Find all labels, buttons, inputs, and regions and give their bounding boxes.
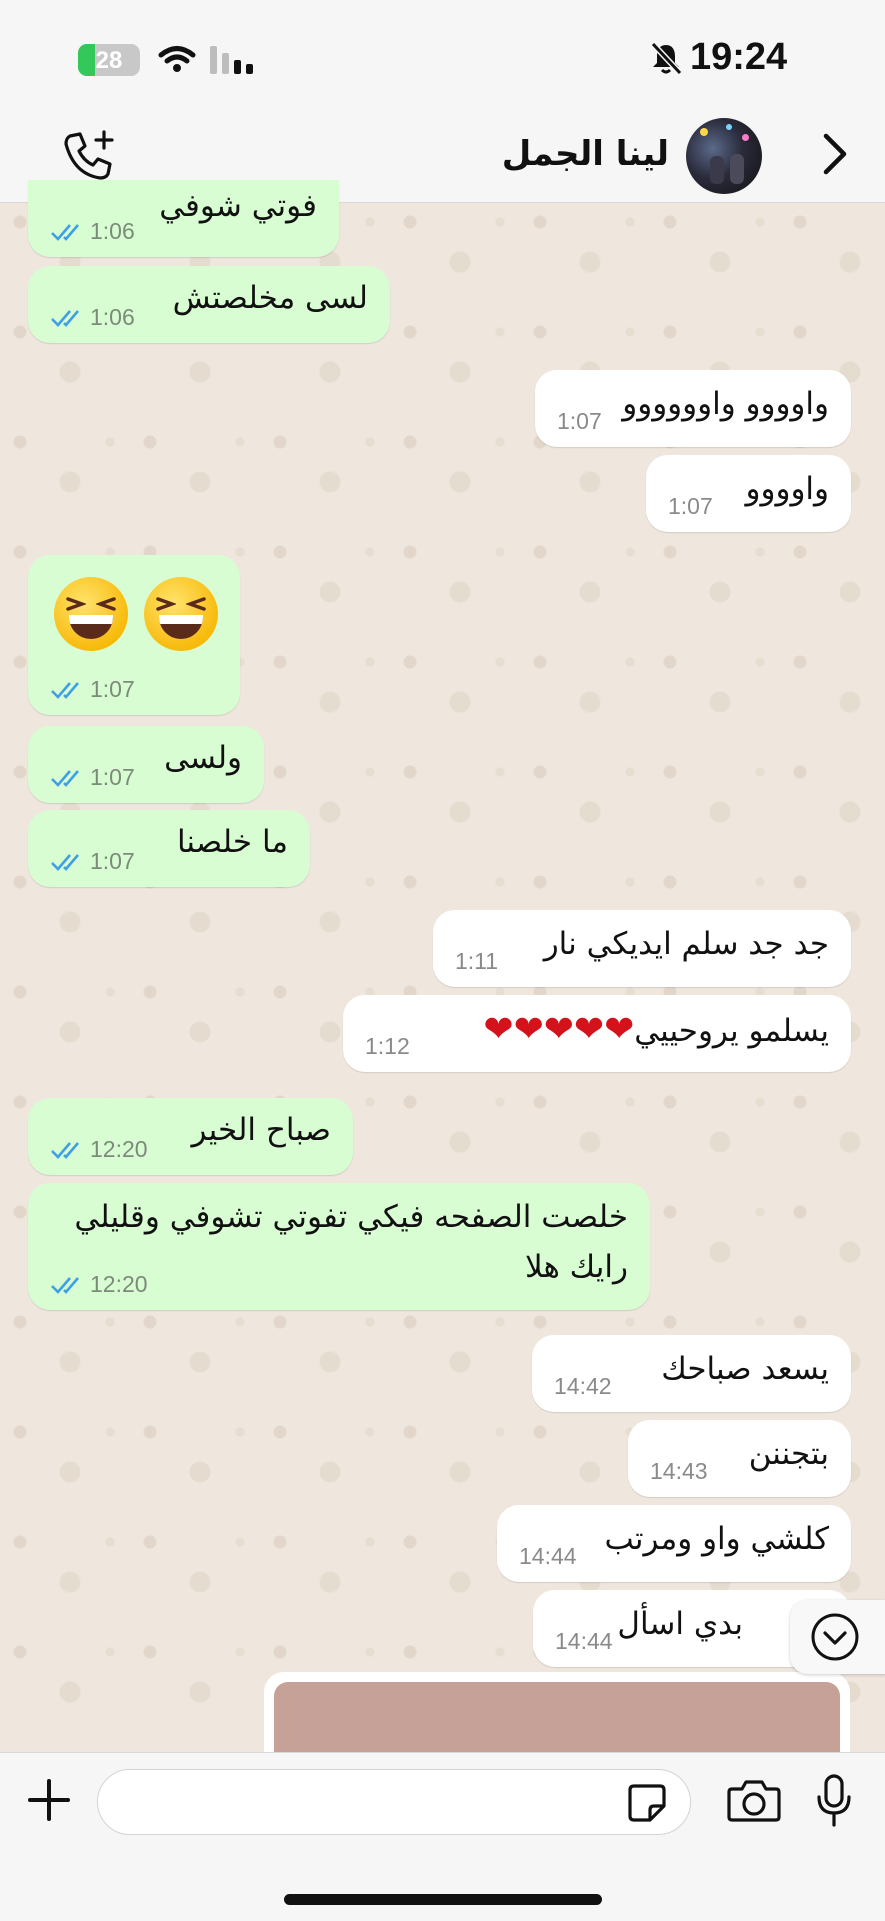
message-input[interactable] — [97, 1769, 691, 1835]
message-text: بتجننن — [748, 1436, 829, 1472]
home-indicator[interactable] — [284, 1894, 602, 1905]
message-text: ما خلصنا — [176, 824, 288, 860]
call-add-icon[interactable] — [60, 128, 116, 184]
plus-icon[interactable] — [24, 1775, 74, 1825]
message-time: 12:20 — [90, 1136, 148, 1162]
message-time: 14:43 — [650, 1458, 708, 1484]
message-time: 1:07 — [668, 493, 713, 519]
scroll-to-bottom-button[interactable] — [790, 1600, 885, 1674]
message-time: 1:12 — [365, 1033, 410, 1059]
message-text: خلصت الصفحه فيكي تفوتي تشوفي وقليلي — [74, 1199, 628, 1235]
message-bubble[interactable]: يسلمو يروحييي❤❤❤❤❤ 1:12 — [343, 995, 851, 1072]
message-bubble[interactable]: بتجننن 14:43 — [628, 1420, 851, 1497]
read-ticks-icon — [51, 1276, 79, 1294]
message-bubble[interactable]: جد جد سلم ايديكي نار 1:11 — [433, 910, 851, 987]
message-meta: 14:42 — [554, 1373, 612, 1400]
message-text: ولسى — [164, 740, 242, 776]
message-time: 1:07 — [557, 408, 602, 434]
status-time: 19:24 — [690, 36, 788, 78]
message-time: 14:42 — [554, 1373, 612, 1399]
emoji-message-bubble[interactable]: 1:07 — [28, 555, 240, 715]
mute-icon — [650, 42, 682, 76]
message-text: يسلمو يروحييي❤❤❤❤❤ — [483, 1009, 829, 1050]
signal-icon — [210, 46, 253, 74]
message-meta: 1:07 — [50, 848, 135, 875]
message-meta: 1:07 — [50, 676, 135, 703]
media-thumbnail — [274, 1682, 840, 1752]
read-ticks-icon — [51, 681, 79, 699]
message-bubble[interactable]: واوووو 1:07 — [646, 455, 851, 532]
message-time: 14:44 — [555, 1628, 613, 1654]
message-time: 14:44 — [519, 1543, 577, 1569]
message-bubble[interactable]: فوتي شوفي 1:06 — [28, 180, 339, 257]
message-meta: 12:20 — [50, 1271, 148, 1298]
message-bubble[interactable]: كلشي واو ومرتب 14:44 — [497, 1505, 851, 1582]
message-meta: 1:07 — [668, 493, 713, 520]
message-meta: 12:20 — [50, 1136, 148, 1163]
media-message-preview[interactable] — [264, 1672, 850, 1752]
message-meta: 1:07 — [557, 408, 602, 435]
message-text: واوووو — [745, 471, 829, 507]
message-text: واوووو واوووووو — [622, 386, 829, 422]
read-ticks-icon — [51, 853, 79, 871]
battery-indicator: 28 — [78, 44, 140, 76]
message-text: لسى مخلصتش — [172, 280, 368, 316]
message-meta: 1:07 — [50, 764, 135, 791]
message-text: جد جد سلم ايديكي نار — [543, 926, 829, 962]
message-time: 1:07 — [90, 848, 135, 874]
hearts-emoji-icon: ❤❤❤❤❤ — [483, 1009, 636, 1050]
message-meta: 1:06 — [50, 218, 135, 245]
laughing-emoji-icon — [54, 577, 128, 651]
message-meta: 14:44 — [519, 1543, 577, 1570]
camera-icon[interactable] — [726, 1777, 782, 1823]
message-time: 1:06 — [90, 218, 135, 244]
status-bar: 28 19:24 — [0, 0, 885, 110]
message-bubble[interactable]: ولسى 1:07 — [28, 726, 264, 803]
message-meta: 1:12 — [365, 1033, 410, 1060]
message-time: 1:07 — [90, 764, 135, 790]
message-time: 1:07 — [90, 676, 135, 702]
read-ticks-icon — [51, 769, 79, 787]
message-meta: 1:11 — [455, 948, 498, 975]
message-time: 1:06 — [90, 304, 135, 330]
read-ticks-icon — [51, 223, 79, 241]
message-bubble[interactable]: واوووو واوووووو 1:07 — [535, 370, 851, 447]
message-time: 12:20 — [90, 1271, 148, 1297]
message-bubble[interactable]: صباح الخير 12:20 — [28, 1098, 353, 1175]
message-bubble[interactable]: يسعد صباحك 14:42 — [532, 1335, 851, 1412]
mic-icon[interactable] — [814, 1773, 854, 1829]
message-meta: 14:44 — [555, 1628, 613, 1655]
message-text: كلشي واو ومرتب — [604, 1521, 829, 1557]
wifi-icon — [158, 46, 196, 72]
message-text: يسعد صباحك — [661, 1351, 829, 1387]
read-ticks-icon — [51, 309, 79, 327]
message-text: بدي اسأل — [617, 1606, 743, 1642]
message-text: فوتي شوفي — [159, 188, 317, 224]
message-time: 1:11 — [455, 948, 499, 974]
laughing-emoji-icon — [144, 577, 218, 651]
message-text-body: يسلمو يروحييي — [634, 1013, 829, 1049]
read-ticks-icon — [51, 1141, 79, 1159]
message-meta: 14:43 — [650, 1458, 708, 1485]
message-bubble[interactable]: لسى مخلصتش 1:06 — [28, 266, 390, 343]
message-bubble[interactable]: خلصت الصفحه فيكي تفوتي تشوفي وقليلي رايك… — [28, 1183, 650, 1310]
battery-level: 28 — [95, 47, 123, 74]
message-text-line2: رايك هلا — [524, 1249, 628, 1285]
message-meta: 1:06 — [50, 304, 135, 331]
message-bubble[interactable]: ما خلصنا 1:07 — [28, 810, 310, 887]
avatar[interactable] — [686, 118, 762, 194]
message-text: صباح الخير — [191, 1112, 331, 1148]
back-chevron-icon[interactable] — [820, 132, 850, 176]
sticker-icon[interactable] — [626, 1782, 668, 1824]
contact-name[interactable]: لينا الجمل — [502, 134, 669, 174]
chevron-down-icon — [811, 1613, 859, 1661]
